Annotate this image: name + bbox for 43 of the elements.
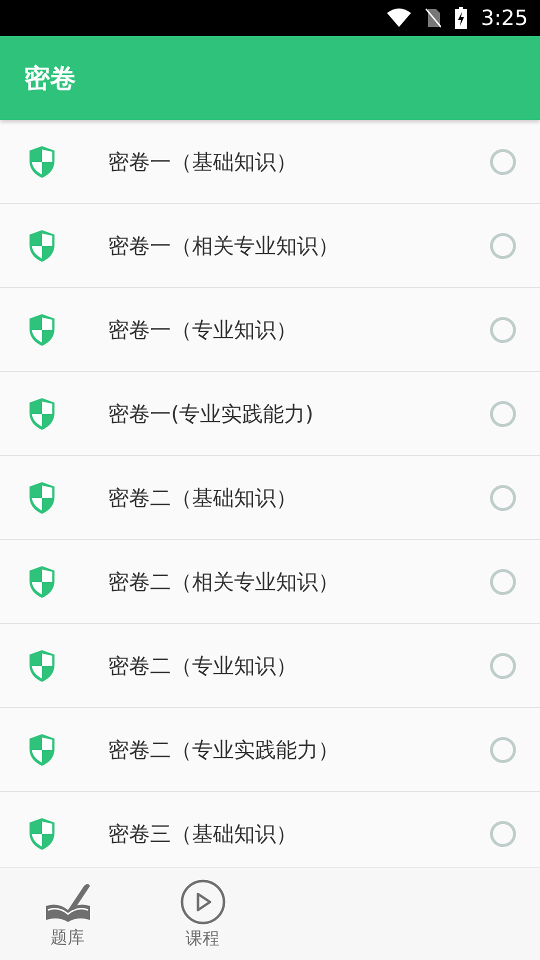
radio-button[interactable] xyxy=(490,820,516,846)
radio-button[interactable] xyxy=(490,148,516,174)
paper-title: 密卷二（专业知识） xyxy=(108,652,298,680)
paper-item[interactable]: 密卷一（相关专业知识） xyxy=(0,204,540,288)
paper-title: 密卷三（基础知识） xyxy=(108,820,298,848)
shield-icon xyxy=(28,648,56,682)
shield-icon xyxy=(28,228,56,262)
paper-item[interactable]: 密卷二（基础知识） xyxy=(0,456,540,540)
no-sim-icon xyxy=(424,8,441,28)
paper-item[interactable]: 密卷二（相关专业知识） xyxy=(0,540,540,624)
battery-charging-icon xyxy=(454,7,467,29)
radio-button[interactable] xyxy=(490,568,516,594)
paper-item[interactable]: 密卷一（专业知识） xyxy=(0,288,540,372)
radio-button[interactable] xyxy=(490,232,516,258)
paper-title: 密卷一（基础知识） xyxy=(108,148,298,176)
paper-item[interactable]: 密卷一(专业实践能力) xyxy=(0,372,540,456)
app-title: 密卷 xyxy=(24,62,76,96)
nav-tab[interactable]: 课程 xyxy=(135,868,270,960)
wifi-icon xyxy=(386,8,411,28)
shield-icon xyxy=(28,144,56,178)
paper-title: 密卷一（相关专业知识） xyxy=(108,232,340,260)
shield-icon xyxy=(28,480,56,514)
shield-icon xyxy=(28,312,56,346)
shield-icon xyxy=(28,564,56,598)
nav-tab[interactable]: 题库 xyxy=(0,868,135,960)
play-icon xyxy=(180,878,226,924)
paper-item[interactable]: 密卷一（基础知识） xyxy=(0,120,540,204)
shield-icon xyxy=(28,816,56,850)
paper-title: 密卷一(专业实践能力) xyxy=(108,400,314,428)
paper-title: 密卷二（专业实践能力） xyxy=(108,736,340,764)
radio-button[interactable] xyxy=(490,652,516,678)
paper-item[interactable]: 密卷二（专业知识） xyxy=(0,624,540,708)
paper-item[interactable]: 密卷二（专业实践能力） xyxy=(0,708,540,792)
radio-button[interactable] xyxy=(490,316,516,342)
shield-icon xyxy=(28,396,56,430)
paper-title: 密卷一（专业知识） xyxy=(108,316,298,344)
shield-icon xyxy=(28,732,56,766)
radio-button[interactable] xyxy=(490,400,516,426)
paper-title: 密卷二（基础知识） xyxy=(108,484,298,512)
radio-button[interactable] xyxy=(490,484,516,510)
paper-title: 密卷二（相关专业知识） xyxy=(108,568,340,596)
status-time: 3:25 xyxy=(480,6,528,30)
radio-button[interactable] xyxy=(490,736,516,762)
